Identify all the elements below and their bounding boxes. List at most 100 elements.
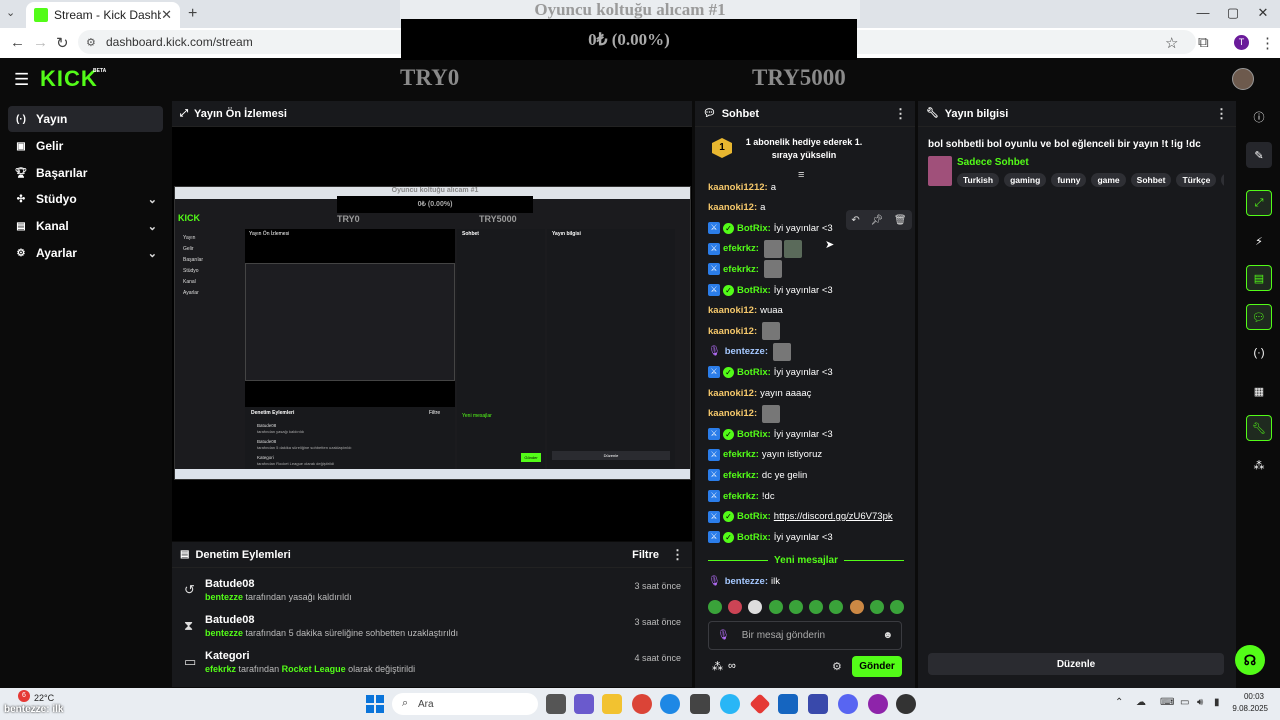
browser-profile-avatar[interactable]: T [1234, 35, 1249, 50]
chat-username[interactable]: kaanoki12: [708, 388, 757, 399]
moderation-row-user[interactable]: efekrkz [205, 664, 236, 674]
site-info-icon[interactable]: ⚙ [86, 36, 96, 49]
obs-icon[interactable] [896, 694, 916, 714]
stream-preview-video[interactable]: Oyuncu koltuğu alıcam #1 0₺ (0.00%) KICK… [174, 186, 691, 480]
chat-message[interactable]: ⚔ ✓ BotRix: İyi yayınlar <3 [708, 363, 833, 381]
maximize-icon[interactable]: ▢ [1218, 5, 1248, 21]
sidebar-item-kanal[interactable]: ▤ Kanal ⌄ [8, 213, 163, 239]
category-name[interactable]: Sadece Sohbet [957, 157, 1029, 168]
kick-logo[interactable]: KICK [40, 66, 98, 92]
pin-icon[interactable]: 📌︎ [870, 215, 883, 226]
hamburger-menu-icon[interactable]: ☰ [14, 70, 29, 90]
chat-message[interactable]: ⚔ efekrkz: !dc [708, 487, 775, 505]
store-icon[interactable] [690, 694, 710, 714]
close-tab-icon[interactable]: ✕ [161, 7, 172, 23]
chat-username[interactable]: efekrkz: [723, 470, 759, 481]
copilot-icon[interactable] [574, 694, 594, 714]
trash-icon[interactable]: 🗑︎ [894, 215, 907, 226]
chat-message[interactable]: 🎙︎ bentezze: [708, 342, 791, 361]
bookmark-star-icon[interactable]: ☆ [1165, 34, 1178, 52]
chat-icon[interactable]: 💬︎ [1246, 304, 1272, 330]
moderation-menu-icon[interactable]: ⋮ [671, 547, 684, 563]
emote-icon[interactable] [829, 600, 844, 614]
chat-username[interactable]: bentezze: [725, 576, 768, 587]
chat-settings-icon[interactable]: ⚙ [832, 660, 842, 673]
tab-search-icon[interactable]: ⌄ [6, 6, 15, 19]
chat-username[interactable]: BotRix: [737, 511, 771, 522]
app-icon[interactable] [808, 694, 828, 714]
chat-username[interactable]: kaanoki12: [708, 202, 757, 213]
tray-chevron-icon[interactable]: ⌃ [1115, 697, 1123, 708]
chat-username[interactable]: BotRix: [737, 429, 771, 440]
chrome-icon[interactable] [632, 694, 652, 714]
lightning-icon[interactable]: ⚡︎ [1246, 228, 1272, 254]
pencil-icon[interactable]: ✎ [1246, 142, 1272, 168]
edit-stream-info-button[interactable]: Düzenle [928, 653, 1224, 675]
filter-button[interactable]: Filtre [632, 549, 659, 561]
chat-message[interactable]: ⚔ efekrkz: [708, 239, 802, 258]
forward-icon[interactable]: → [33, 34, 48, 51]
emote-icon[interactable] [849, 600, 864, 614]
moderation-row[interactable]: ⧗ Batude08 bentezze tarafından 5 dakika … [180, 614, 685, 648]
chat-message[interactable]: kaanoki12: yayın aaaaç [708, 384, 811, 402]
chat-username[interactable]: efekrkz: [723, 491, 759, 502]
chrome-profile-icon[interactable] [868, 694, 888, 714]
chat-username[interactable]: efekrkz: [723, 264, 759, 275]
moderation-row[interactable]: ▭ Kategori efekrkz tarafından Rocket Lea… [180, 650, 685, 684]
user-avatar[interactable] [1232, 68, 1254, 90]
discord-icon[interactable] [838, 694, 858, 714]
collapse-icon[interactable]: ≡ [798, 169, 804, 181]
network-icon[interactable]: ▭ [1180, 697, 1189, 708]
chat-message[interactable]: kaanoki12: [708, 404, 781, 423]
browser-menu-icon[interactable]: ⋮ [1260, 34, 1275, 52]
chat-link[interactable]: https://discord.gg/zU6V73pk [774, 511, 893, 522]
minimize-icon[interactable]: — [1188, 5, 1218, 20]
chat-message[interactable]: kaanoki12: [708, 322, 781, 341]
emote-icon[interactable] [708, 600, 722, 614]
moderation-row-user[interactable]: bentezze [205, 592, 243, 602]
chat-message[interactable]: ⚔ ✓ BotRix: https://discord.gg/zU6V73pk [708, 508, 893, 526]
chat-message[interactable]: 🎙︎ bentezze: ilk [708, 572, 780, 590]
chat-message[interactable]: ⚔ ✓ BotRix: İyi yayınlar <3 [708, 281, 833, 299]
infinity-icon[interactable]: ∞ [728, 660, 736, 672]
back-icon[interactable]: ← [10, 34, 25, 51]
users-icon[interactable]: ⁂ [1246, 452, 1272, 478]
sidebar-item-yayin[interactable]: (·) Yayın [8, 106, 163, 132]
chat-message[interactable]: ⚔ ✓ BotRix: İyi yayınlar <3 [708, 528, 833, 546]
chat-username[interactable]: kaanoki12: [708, 305, 757, 316]
chat-username[interactable]: efekrkz: [723, 243, 759, 254]
chat-users-icon[interactable]: ⁂ [712, 660, 723, 673]
tray-app-icon[interactable]: ⌨ [1160, 697, 1174, 708]
emote-icon[interactable] [728, 600, 743, 614]
preview-icon[interactable]: ⤢ [1246, 190, 1272, 216]
emoji-icon[interactable]: ☻ [882, 630, 893, 641]
chat-username[interactable]: kaanoki12: [708, 408, 757, 419]
stream-info-menu-icon[interactable]: ⋮ [1215, 106, 1228, 122]
weather-temp[interactable]: 22°C [34, 693, 54, 703]
chat-message[interactable]: kaanoki1212: a [708, 178, 776, 196]
app-icon[interactable] [720, 694, 740, 714]
new-tab-icon[interactable]: + [188, 5, 197, 23]
chat-username[interactable]: BotRix: [737, 285, 771, 296]
sidebar-item-gelir[interactable]: ▣ Gelir [8, 133, 163, 159]
reload-icon[interactable]: ↻ [56, 34, 69, 52]
wrench-icon[interactable]: 🔧︎ [1246, 415, 1272, 441]
help-headset-icon[interactable]: ☊ [1235, 645, 1265, 675]
chat-gift-goal[interactable]: 1 1 abonelik hediye ederek 1. sıraya yük… [700, 128, 910, 172]
emote-icon[interactable] [869, 600, 884, 614]
chat-username[interactable]: BotRix: [737, 367, 771, 378]
emote-icon[interactable] [788, 600, 803, 614]
chat-message[interactable]: ⚔ efekrkz: yayın istiyoruz [708, 446, 822, 464]
send-button[interactable]: Gönder [852, 656, 902, 677]
moderation-row[interactable]: ↺ Batude08 bentezze tarafından yasağı ka… [180, 578, 685, 612]
clock-date[interactable]: 9.08.2025 [1224, 704, 1268, 713]
sidebar-item-studyo[interactable]: ✣ Stüdyo ⌄ [8, 186, 163, 212]
edge-icon[interactable] [660, 694, 680, 714]
undo-icon[interactable]: ↶ [851, 215, 859, 226]
chat-message[interactable]: ⚔ efekrkz: dc ye gelin [708, 466, 807, 484]
outlook-icon[interactable] [778, 694, 798, 714]
volume-icon[interactable]: 🔊︎ [1197, 697, 1203, 708]
taskbar-search[interactable]: Ara [392, 693, 538, 715]
chat-username[interactable]: BotRix: [737, 532, 771, 543]
emote-icon[interactable] [889, 600, 904, 614]
